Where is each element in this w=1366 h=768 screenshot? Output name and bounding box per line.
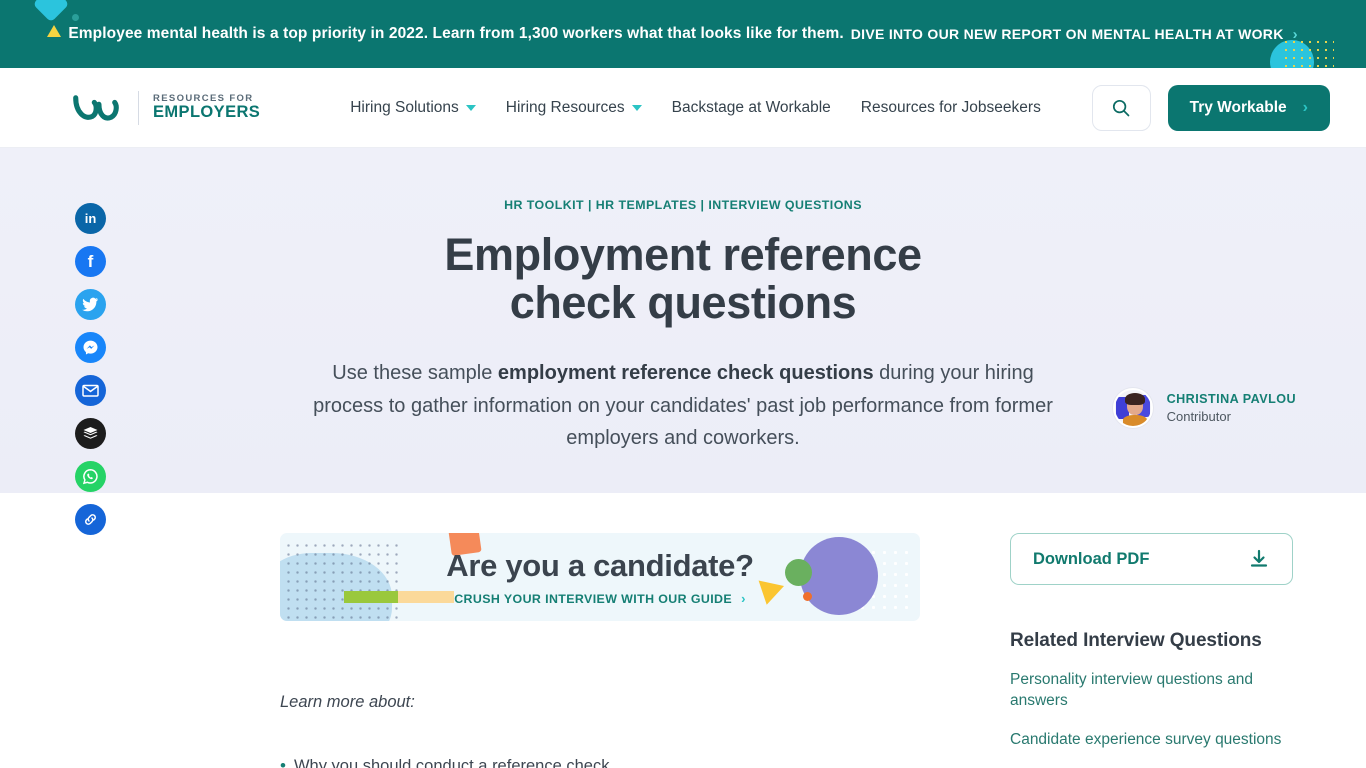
nav-item-resources-for-jobseekers[interactable]: Resources for Jobseekers <box>861 99 1041 117</box>
link-chain-icon <box>85 514 96 525</box>
related-heading: Related Interview Questions <box>1010 630 1262 651</box>
diamond-decoration-icon <box>32 0 70 23</box>
article-column: Are you a candidate? CRUSH YOUR INTERVIE… <box>280 533 920 768</box>
share-copy-link-icon[interactable] <box>75 504 106 535</box>
download-icon <box>1250 549 1268 567</box>
breadcrumb[interactable]: HR TOOLKIT | HR TEMPLATES | INTERVIEW QU… <box>303 198 1063 212</box>
share-messenger-icon[interactable] <box>75 332 106 363</box>
related-link-personality[interactable]: Personality interview questions and answ… <box>1010 669 1295 712</box>
page-title-line2: check questions <box>509 277 857 329</box>
yellow-triangle-decoration-icon <box>753 580 785 608</box>
chevron-right-icon: › <box>1302 98 1308 116</box>
share-twitter-icon[interactable] <box>75 289 106 320</box>
page-title-line1: Employment reference <box>444 229 922 280</box>
social-share-rail: in f <box>75 203 106 535</box>
try-workable-button[interactable]: Try Workable › <box>1167 84 1330 131</box>
candidate-banner-cta-label: CRUSH YOUR INTERVIEW WITH OUR GUIDE <box>454 591 733 606</box>
share-email-icon[interactable] <box>75 375 106 406</box>
whatsapp-icon <box>82 469 98 485</box>
nav-label: Hiring Solutions <box>350 98 459 116</box>
site-header: RESOURCES FOR EMPLOYERS Hiring Solutions… <box>0 68 1366 148</box>
nav-label: Hiring Resources <box>505 98 625 116</box>
nav-label: Backstage at Workable <box>671 98 831 116</box>
orange-dot-decoration-icon <box>803 592 812 601</box>
search-button[interactable] <box>1091 84 1151 131</box>
promo-message: Employee mental health is a top priority… <box>68 25 844 42</box>
learn-more-label: Learn more about: <box>280 693 415 711</box>
buffer-layers-icon <box>83 427 98 439</box>
promo-banner[interactable]: Employee mental health is a top priority… <box>0 0 1366 68</box>
cta-label: Try Workable <box>1189 98 1287 116</box>
share-whatsapp-icon[interactable] <box>75 461 106 492</box>
hero-subtitle-part1: Use these sample <box>332 362 498 385</box>
messenger-bolt-icon <box>83 340 98 355</box>
avatar-hair <box>1124 393 1145 405</box>
search-icon <box>1113 99 1130 116</box>
download-pdf-button[interactable]: Download PDF <box>1010 533 1293 585</box>
candidate-banner-title: Are you a candidate? <box>446 548 754 583</box>
share-glyph: in <box>84 211 97 226</box>
brand-divider <box>138 90 139 125</box>
brand-name: EMPLOYERS <box>153 102 261 121</box>
hero-subtitle: Use these sample employment reference ch… <box>303 357 1063 455</box>
chevron-right-icon: › <box>1292 25 1298 43</box>
share-glyph: f <box>87 251 94 271</box>
triangle-decoration-icon <box>47 25 61 37</box>
bullet-icon: • <box>280 756 286 768</box>
main-navigation: Hiring Solutions Hiring Resources Backst… <box>350 99 1041 117</box>
brand-logo[interactable]: RESOURCES FOR EMPLOYERS <box>72 90 261 125</box>
sidebar: Download PDF Related Interview Questions… <box>1010 533 1295 768</box>
twitter-bird-icon <box>82 297 98 312</box>
nav-item-backstage-at-workable[interactable]: Backstage at Workable <box>672 99 831 117</box>
dot-decoration-icon <box>72 14 79 21</box>
content-area: Are you a candidate? CRUSH YOUR INTERVIE… <box>0 493 1366 768</box>
nav-item-hiring-resources[interactable]: Hiring Resources <box>506 99 642 117</box>
avatar-body <box>1122 415 1147 426</box>
share-buffer-icon[interactable] <box>75 418 106 449</box>
green-circle-decoration-icon <box>785 559 812 586</box>
list-item-label: Why you should conduct a reference check <box>293 757 610 768</box>
promo-cta-link[interactable]: DIVE INTO OUR NEW REPORT ON MENTAL HEALT… <box>851 26 1284 42</box>
share-linkedin-icon[interactable]: in <box>75 203 106 234</box>
envelope-icon <box>82 384 99 397</box>
nav-item-hiring-solutions[interactable]: Hiring Solutions <box>350 99 476 117</box>
candidate-banner-cta[interactable]: CRUSH YOUR INTERVIEW WITH OUR GUIDE › <box>454 591 746 606</box>
avatar <box>1112 388 1153 428</box>
list-item[interactable]: • Why you should conduct a reference che… <box>280 756 920 768</box>
author-name: CHRISTINA PAVLOU <box>1166 392 1296 406</box>
author-role: Contributor <box>1166 409 1231 424</box>
page-title: Employment reference check questions <box>303 229 1063 329</box>
hero-subtitle-bold: employment reference check questions <box>497 362 874 385</box>
related-link-candidate-experience[interactable]: Candidate experience survey questions <box>1010 729 1295 750</box>
purple-circle-decoration-icon <box>800 537 878 615</box>
candidate-banner[interactable]: Are you a candidate? CRUSH YOUR INTERVIE… <box>280 533 920 621</box>
dark-dot-pattern-icon <box>284 541 402 619</box>
chevron-right-icon: › <box>741 591 746 606</box>
nav-label: Resources for Jobseekers <box>860 98 1041 116</box>
hero-section: in f HR TOOLKIT | HR TEMPLATES | INTERVI… <box>0 148 1366 535</box>
download-pdf-label: Download PDF <box>1033 549 1150 568</box>
share-facebook-icon[interactable]: f <box>75 246 106 277</box>
author-block[interactable]: CHRISTINA PAVLOU Contributor <box>1112 388 1296 428</box>
yellow-bar-decoration-icon <box>398 591 454 603</box>
chevron-down-icon <box>631 104 642 111</box>
chevron-down-icon <box>465 104 476 111</box>
workable-logo-icon <box>73 94 119 120</box>
